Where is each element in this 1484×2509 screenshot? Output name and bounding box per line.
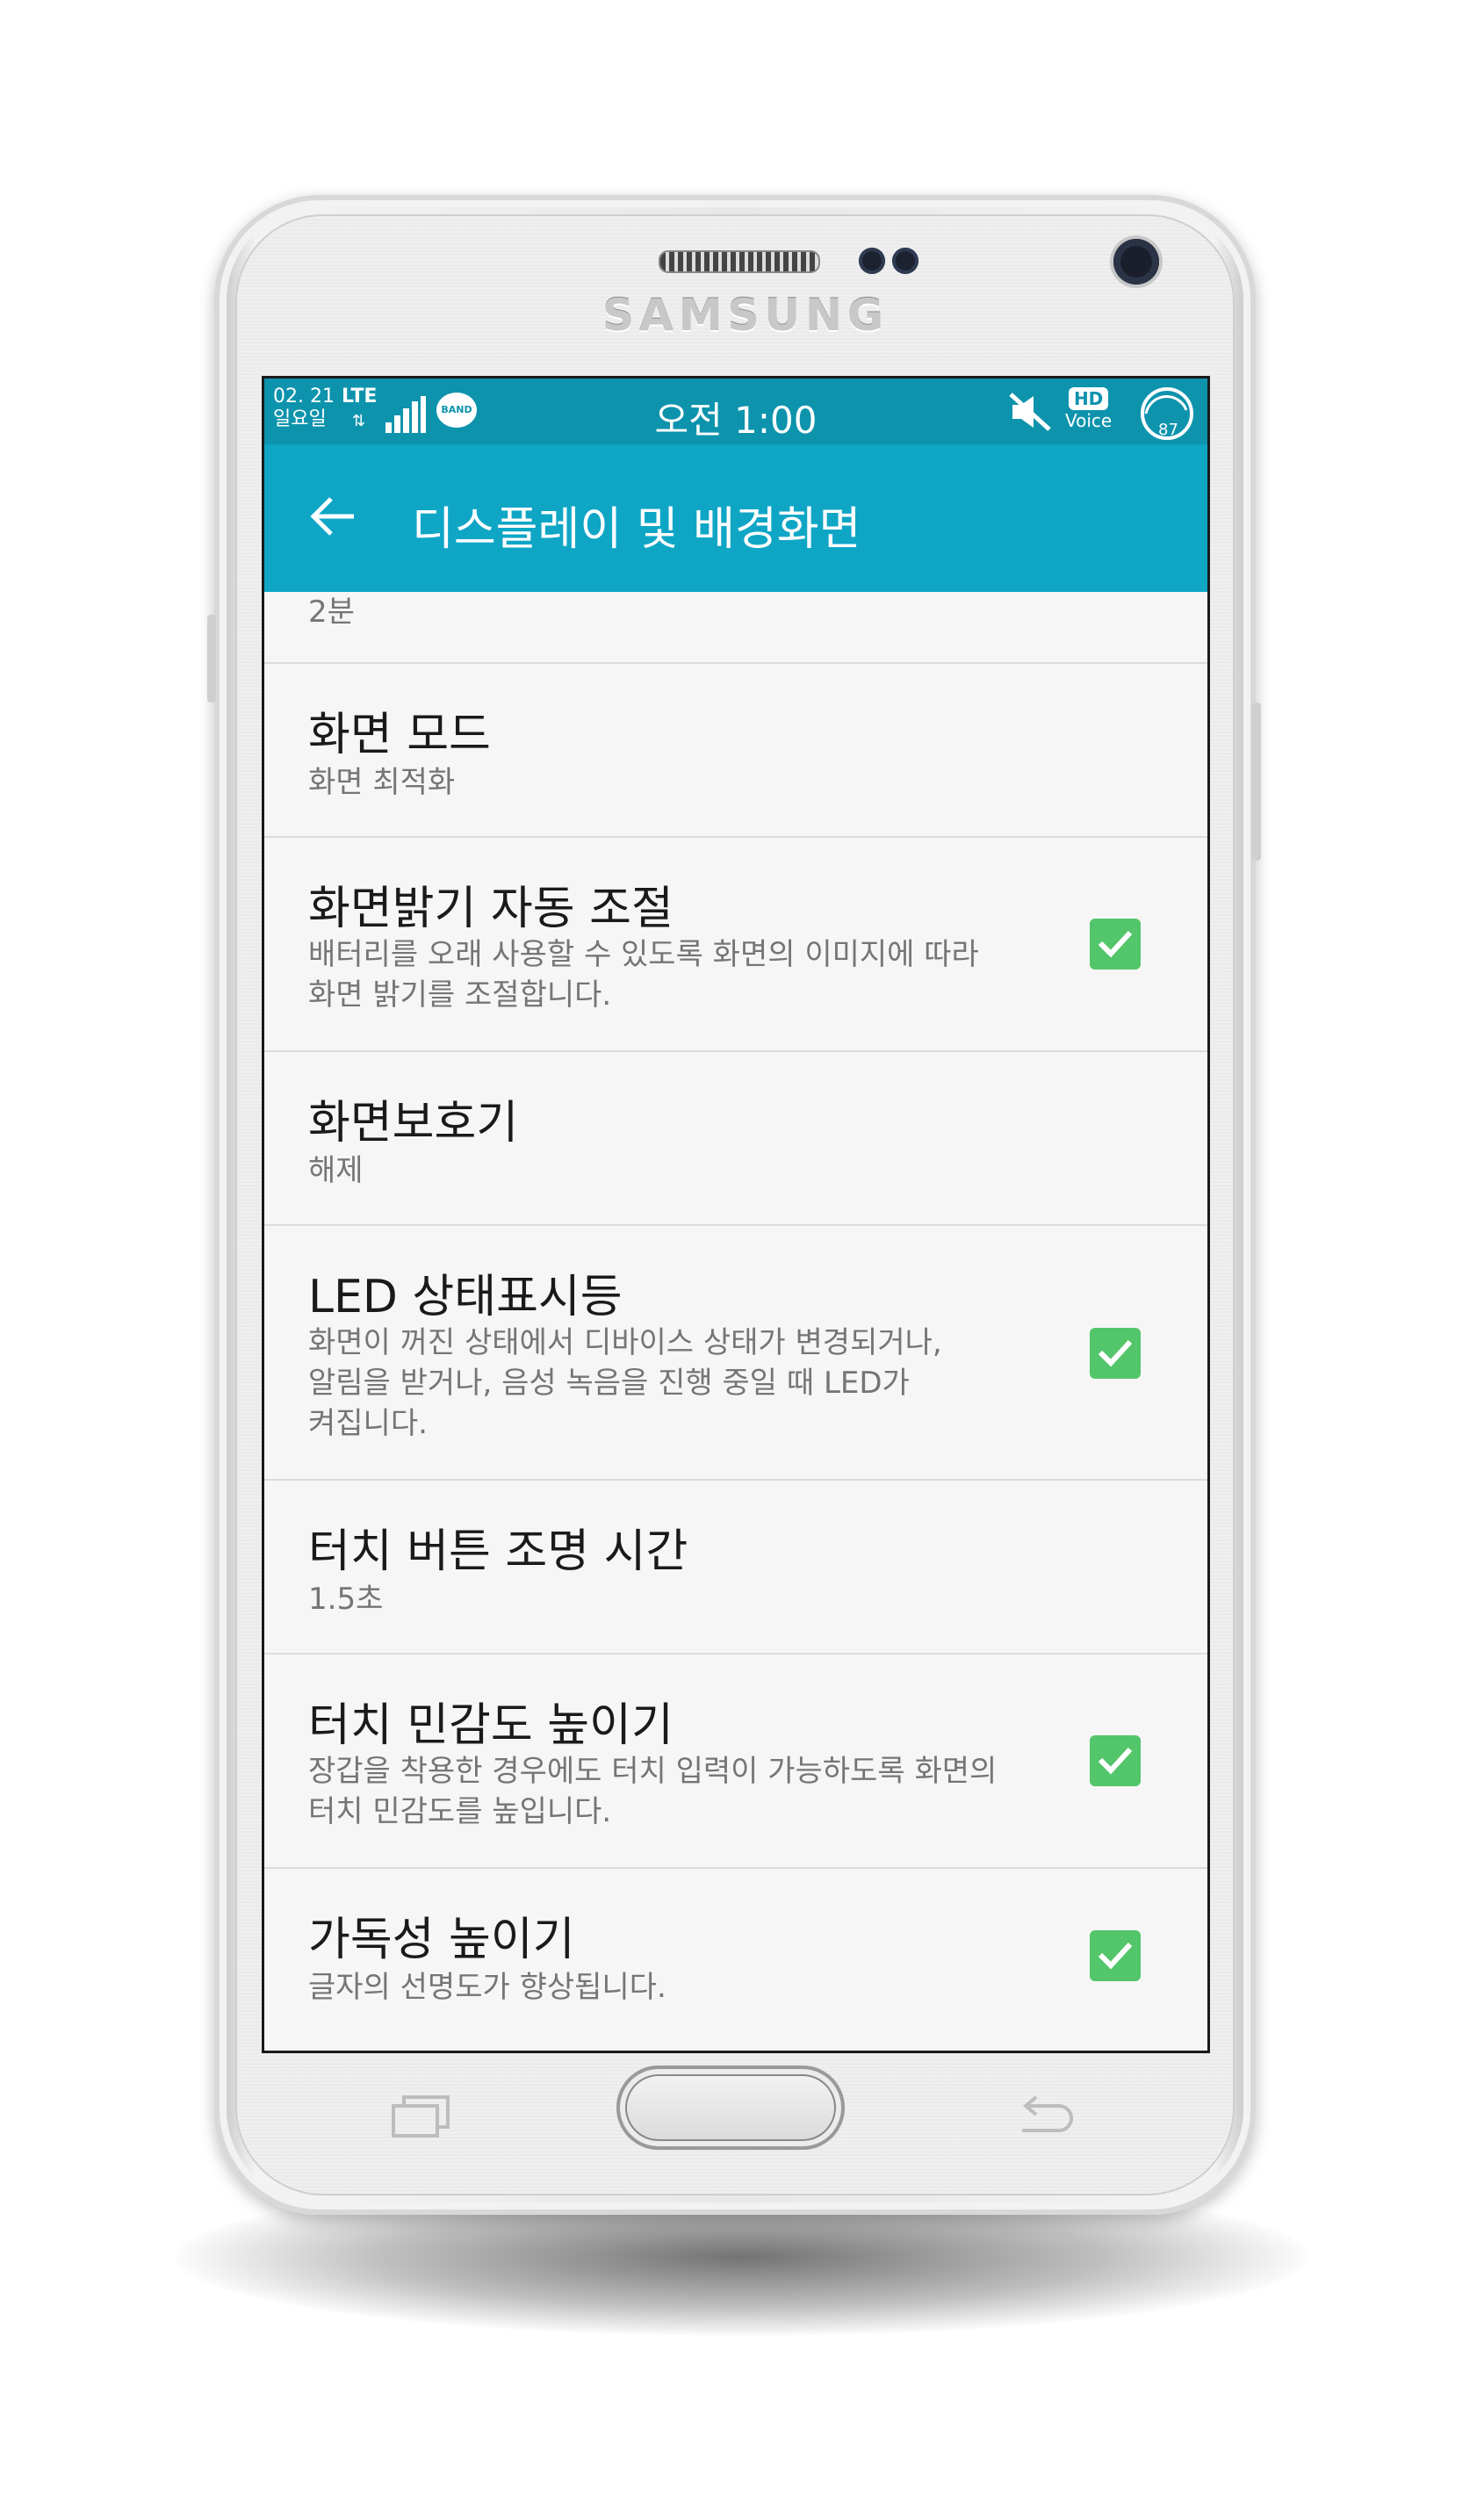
touch-sensitivity-checkbox[interactable] <box>1090 1735 1141 1786</box>
check-icon <box>1098 1747 1133 1775</box>
recent-apps-icon[interactable] <box>390 2092 451 2139</box>
list-item-screen-mode[interactable]: 화면 모드 화면 최적화 <box>264 664 1207 838</box>
proximity-sensor <box>859 248 885 274</box>
hd-label: HD <box>1068 387 1109 410</box>
summary-line: 장갑을 착용한 경우에도 터치 입력이 가능하도록 화면의 <box>308 1754 998 1789</box>
voice-label: Voice <box>1065 410 1113 431</box>
settings-list: 2분 화면 모드 화면 최적화 화면밝기 자동 조절 배터리를 오래 사용할 수… <box>264 592 1207 2044</box>
front-camera <box>1113 239 1159 285</box>
light-sensor <box>892 248 918 274</box>
battery-icon: 87 <box>1141 387 1193 440</box>
battery-level: 87 <box>1158 421 1178 439</box>
setting-summary: 장갑을 착용한 경우에도 터치 입력이 가능하도록 화면의 터치 민감도를 높입… <box>308 1751 1046 1832</box>
summary-line: 화면 밝기를 조절합니다. <box>308 977 612 1013</box>
setting-title: 가독성 높이기 <box>308 1914 575 1966</box>
page-title: 디스플레이 및 배경화면 <box>412 503 861 556</box>
app-bar: 디스플레이 및 배경화면 <box>264 444 1207 592</box>
setting-summary: 화면이 꺼진 상태에서 디바이스 상태가 변경되거나, 알림을 받거나, 음성 … <box>308 1323 1046 1444</box>
list-item-readability[interactable]: 가독성 높이기 글자의 선명도가 향상됩니다. <box>264 1869 1207 2044</box>
list-item-led-indicator[interactable]: LED 상태표시등 화면이 꺼진 상태에서 디바이스 상태가 변경되거나, 알림… <box>264 1226 1207 1481</box>
setting-summary: 글자의 선명도가 향상됩니다. <box>308 1970 666 2005</box>
back-arrow-icon[interactable] <box>306 490 359 543</box>
summary-line: 알림을 받거나, 음성 녹음을 진행 중일 때 LED가 <box>308 1366 910 1401</box>
volume-button <box>207 615 216 703</box>
setting-summary: 해제 <box>308 1153 364 1188</box>
list-item-auto-brightness[interactable]: 화면밝기 자동 조절 배터리를 오래 사용할 수 있도록 화면의 이미지에 따라… <box>264 838 1207 1052</box>
mute-icon <box>1009 393 1051 431</box>
list-item-screen-timeout[interactable]: 2분 <box>264 592 1207 664</box>
list-item-touch-key-light[interactable]: 터치 버튼 조명 시간 1.5초 <box>264 1481 1207 1655</box>
hd-voice-indicator: HD Voice <box>1065 387 1112 431</box>
summary-line: 배터리를 오래 사용할 수 있도록 화면의 이미지에 따라 <box>308 937 979 972</box>
led-indicator-checkbox[interactable] <box>1090 1328 1141 1379</box>
summary-line: 켜집니다. <box>308 1406 428 1441</box>
list-item-touch-sensitivity[interactable]: 터치 민감도 높이기 장갑을 착용한 경우에도 터치 입력이 가능하도록 화면의… <box>264 1655 1207 1869</box>
power-button <box>1252 703 1261 861</box>
setting-title: 화면보호기 <box>308 1097 519 1150</box>
status-bar: 02. 21 일요일 LTE ⇅ BAND 오전 1:00 HD Voice 8… <box>264 379 1207 444</box>
setting-title: 터치 민감도 높이기 <box>308 1699 674 1752</box>
summary-line: 화면이 꺼진 상태에서 디바이스 상태가 변경되거나, <box>308 1325 942 1360</box>
setting-title: LED 상태표시등 <box>308 1271 623 1323</box>
back-icon[interactable] <box>1013 2094 1075 2138</box>
earpiece-speaker <box>659 250 820 273</box>
setting-summary: 화면 최적화 <box>308 765 456 800</box>
check-icon <box>1098 930 1133 958</box>
readability-checkbox[interactable] <box>1090 1930 1141 1981</box>
summary-line: 터치 민감도를 높입니다. <box>308 1794 612 1829</box>
setting-summary: 2분 <box>308 595 355 630</box>
check-icon <box>1098 1339 1133 1367</box>
phone-screen: 02. 21 일요일 LTE ⇅ BAND 오전 1:00 HD Voice 8… <box>262 376 1210 2053</box>
home-button[interactable] <box>616 2066 845 2150</box>
setting-title: 화면 모드 <box>308 709 491 761</box>
setting-summary: 배터리를 오래 사용할 수 있도록 화면의 이미지에 따라 화면 밝기를 조절합… <box>308 934 1046 1015</box>
setting-summary: 1.5초 <box>308 1582 384 1617</box>
auto-brightness-checkbox[interactable] <box>1090 919 1141 970</box>
brand-logo: SAMSUNG <box>602 290 889 341</box>
setting-title: 화면밝기 자동 조절 <box>308 883 674 935</box>
check-icon <box>1098 1942 1133 1970</box>
list-item-screensaver[interactable]: 화면보호기 해제 <box>264 1052 1207 1226</box>
setting-title: 터치 버튼 조명 시간 <box>308 1525 688 1578</box>
